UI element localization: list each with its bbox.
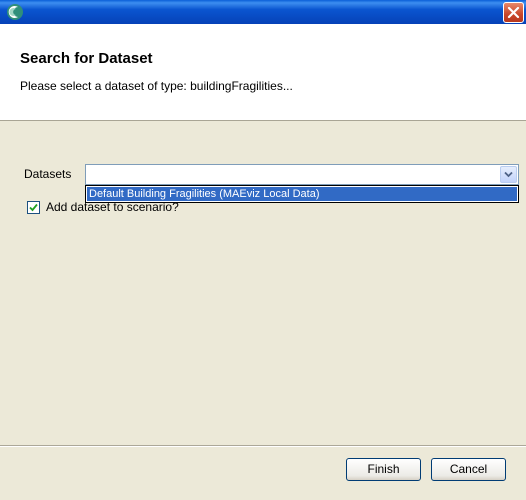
dialog-window: Search for Dataset Please select a datas… [0, 0, 526, 500]
datasets-combo[interactable] [85, 164, 519, 185]
title-bar[interactable] [0, 0, 526, 24]
cancel-button[interactable]: Cancel [431, 458, 506, 481]
datasets-dropdown-list: Default Building Fragilities (MAEviz Loc… [85, 185, 519, 203]
close-button[interactable] [503, 2, 524, 23]
finish-button[interactable]: Finish [346, 458, 421, 481]
page-description: Please select a dataset of type: buildin… [20, 79, 293, 93]
dropdown-option-default-building-fragilities[interactable]: Default Building Fragilities (MAEviz Loc… [87, 187, 517, 201]
app-logo-icon [6, 3, 24, 21]
add-to-scenario-checkbox[interactable] [27, 201, 40, 214]
chevron-down-icon [504, 171, 513, 178]
checkmark-icon [29, 203, 38, 212]
footer-separator [0, 445, 526, 447]
close-icon [507, 6, 520, 19]
wizard-header: Search for Dataset Please select a datas… [0, 24, 526, 121]
combo-dropdown-button[interactable] [500, 166, 517, 183]
page-title: Search for Dataset [20, 50, 153, 67]
datasets-label: Datasets [24, 167, 72, 181]
